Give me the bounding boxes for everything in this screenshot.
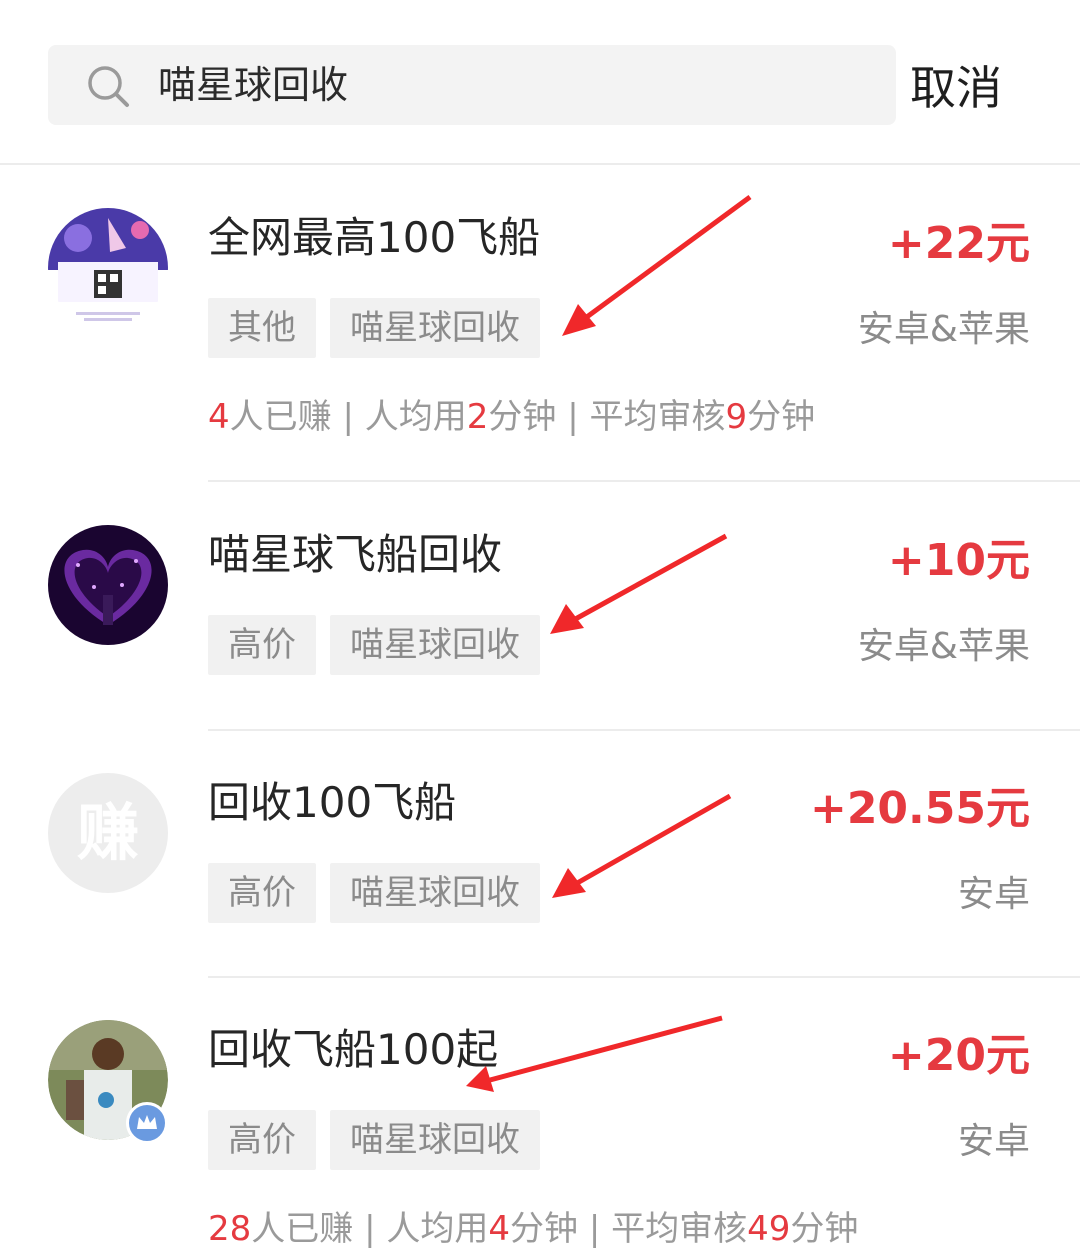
platform-label: 安卓 (957, 1121, 1030, 1162)
stats-separator: | (342, 397, 354, 437)
avatar (48, 1020, 168, 1144)
avg-time-unit: 分钟 (510, 1209, 578, 1249)
avatar (48, 208, 168, 328)
review-time-label: 平均审核 (589, 397, 726, 437)
platform-label: 安卓 (957, 874, 1030, 915)
avg-time-label: 人均用 (386, 1209, 489, 1249)
earned-label: 人已赚 (251, 1209, 354, 1249)
item-divider (208, 729, 1080, 731)
tag: 喵星球回收 (330, 863, 540, 923)
item-divider (208, 976, 1080, 978)
tag: 喵星球回收 (330, 615, 540, 675)
search-icon (88, 66, 129, 107)
avatar-placeholder-text: 赚 (76, 796, 139, 869)
avatar (48, 525, 168, 645)
avg-time-value: 2 (466, 397, 489, 437)
earned-count: 4 (208, 397, 230, 437)
search-bar[interactable]: 喵星球回收 (48, 45, 896, 125)
item-divider (208, 480, 1080, 482)
platform-label: 安卓&苹果 (857, 626, 1030, 667)
task-title: 回收飞船100起 (208, 1025, 499, 1074)
stats-separator: | (567, 397, 579, 437)
review-time-value: 49 (747, 1209, 791, 1249)
header-divider (0, 163, 1080, 165)
avg-time-value: 4 (488, 1209, 510, 1249)
reward-amount: +22元 (887, 218, 1030, 269)
search-input[interactable]: 喵星球回收 (158, 45, 348, 125)
review-time-label: 平均审核 (611, 1209, 748, 1249)
review-time-value: 9 (725, 397, 748, 437)
avg-time-label: 人均用 (364, 397, 467, 437)
task-title: 回收100飞船 (208, 778, 457, 827)
stats-separator: | (364, 1209, 376, 1249)
review-time-unit: 分钟 (747, 397, 816, 437)
task-item[interactable]: 喵星球飞船回收 +10元 高价 喵星球回收 安卓&苹果 (0, 485, 1080, 733)
tag: 高价 (208, 863, 316, 923)
tag: 其他 (208, 298, 316, 358)
avg-time-unit: 分钟 (488, 397, 557, 437)
task-title: 喵星球飞船回收 (208, 530, 503, 579)
reward-amount: +20.55元 (809, 783, 1030, 834)
tag: 高价 (208, 615, 316, 675)
tag: 喵星球回收 (330, 298, 540, 358)
avatar: 赚 (48, 773, 168, 893)
review-time-unit: 分钟 (790, 1209, 859, 1249)
platform-label: 安卓&苹果 (857, 309, 1030, 350)
task-item[interactable]: 回收飞船100起 +20元 高价 喵星球回收 安卓 28人已赚 | 人均用4分钟… (0, 980, 1080, 1249)
reward-amount: +10元 (887, 535, 1030, 586)
task-title: 全网最高100飞船 (208, 213, 541, 262)
crown-badge-icon (126, 1102, 168, 1144)
tag: 喵星球回收 (330, 1110, 540, 1170)
tag: 高价 (208, 1110, 316, 1170)
task-stats: 4人已赚 | 人均用2分钟 | 平均审核9分钟 (208, 392, 815, 442)
earned-label: 人已赚 (229, 397, 332, 437)
earned-count: 28 (208, 1209, 252, 1249)
reward-amount: +20元 (887, 1030, 1030, 1081)
task-stats: 28人已赚 | 人均用4分钟 | 平均审核49分钟 (208, 1204, 858, 1254)
task-item[interactable]: 全网最高100飞船 +22元 其他 喵星球回收 安卓&苹果 4人已赚 | 人均用… (0, 168, 1080, 437)
stats-separator: | (588, 1209, 601, 1249)
cancel-button[interactable]: 取消 (910, 58, 1002, 118)
task-item[interactable]: 赚 回收100飞船 +20.55元 高价 喵星球回收 安卓 (0, 733, 1080, 981)
